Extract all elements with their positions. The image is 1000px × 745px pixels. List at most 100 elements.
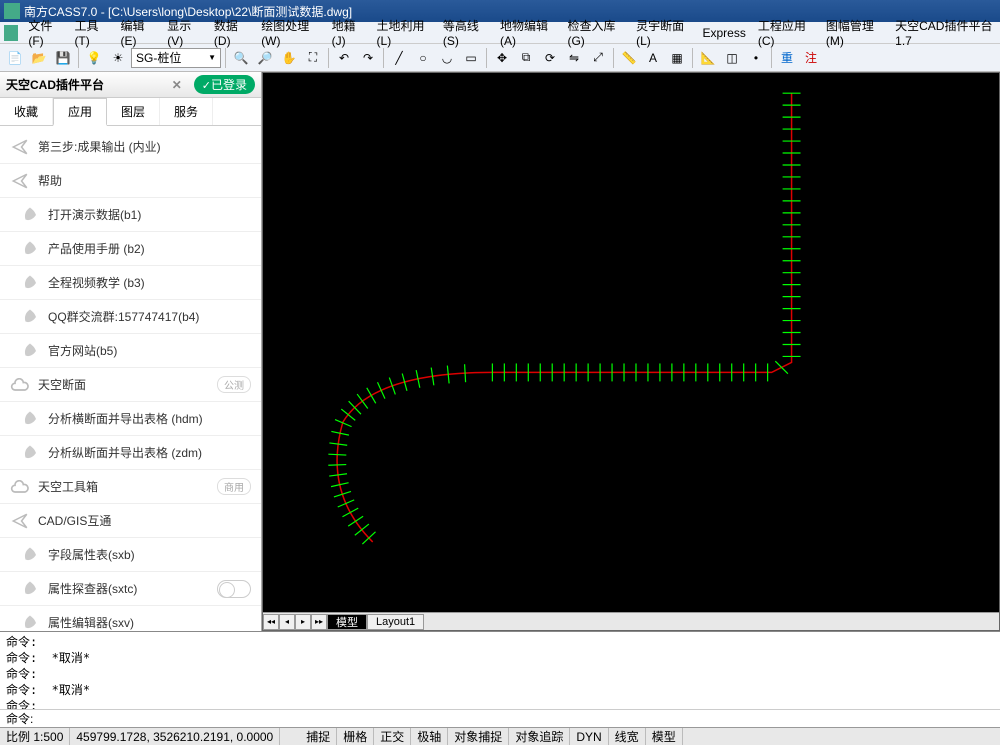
status-toggle-8[interactable]: 模型 — [646, 728, 683, 745]
menu-item-9[interactable]: 地物编辑(A) — [494, 22, 562, 43]
drawing-svg — [263, 73, 999, 612]
sun-button[interactable]: ☀ — [107, 47, 129, 69]
sidebar-item-5[interactable]: QQ群交流群:157747417(b4) — [0, 300, 261, 334]
dim-button[interactable]: 📏 — [618, 47, 640, 69]
status-toggle-6[interactable]: DYN — [570, 728, 608, 745]
arc-button[interactable]: ◡ — [436, 47, 458, 69]
menu-item-5[interactable]: 绘图处理(W) — [255, 22, 325, 43]
sidebar-item-2[interactable]: 打开演示数据(b1) — [0, 198, 261, 232]
menu-app-icon — [4, 25, 18, 41]
bulb-button[interactable]: 💡 — [83, 47, 105, 69]
status-toggle-1[interactable]: 栅格 — [337, 728, 374, 745]
badge: 商用 — [217, 478, 251, 495]
sidebar-item-8[interactable]: 分析横断面并导出表格 (hdm) — [0, 402, 261, 436]
menu-item-3[interactable]: 显示(V) — [161, 22, 208, 43]
mirror-button[interactable]: ⇋ — [563, 47, 585, 69]
sidebar-item-11[interactable]: CAD/GIS互通 — [0, 504, 261, 538]
sidebar-tab-0[interactable]: 收藏 — [0, 98, 53, 125]
status-toggle-5[interactable]: 对象追踪 — [509, 728, 570, 745]
menu-item-6[interactable]: 地籍(J) — [326, 22, 371, 43]
sidebar-item-7[interactable]: 天空断面公测 — [0, 368, 261, 402]
menu-item-4[interactable]: 数据(D) — [208, 22, 255, 43]
pan-button[interactable]: ✋ — [278, 47, 300, 69]
badge: 公测 — [217, 376, 251, 393]
zoom-in-button[interactable]: 🔍 — [230, 47, 252, 69]
menu-item-0[interactable]: 文件(F) — [22, 22, 68, 43]
sidebar-item-3[interactable]: 产品使用手册 (b2) — [0, 232, 261, 266]
sidebar-item-4[interactable]: 全程视频教学 (b3) — [0, 266, 261, 300]
menu-item-12[interactable]: Express — [696, 22, 751, 43]
sidebar-item-13[interactable]: 属性探查器(sxtc) — [0, 572, 261, 606]
zoom-out-button[interactable]: 🔎 — [254, 47, 276, 69]
sidebar-item-label: CAD/GIS互通 — [38, 512, 251, 529]
sidebar-item-14[interactable]: 属性编辑器(sxv) — [0, 606, 261, 631]
menu-item-14[interactable]: 图幅管理(M) — [820, 22, 889, 43]
tab-last-button[interactable]: ▸▸ — [311, 614, 327, 630]
hatch-button[interactable]: ▦ — [666, 47, 688, 69]
sidebar-tab-1[interactable]: 应用 — [53, 98, 107, 126]
circle-button[interactable]: ○ — [412, 47, 434, 69]
heavy-button[interactable]: 重 — [776, 47, 798, 69]
sidebar-item-10[interactable]: 天空工具箱商用 — [0, 470, 261, 504]
sidebar-tabs: 收藏应用图层服务 — [0, 98, 261, 126]
point-button[interactable]: • — [745, 47, 767, 69]
status-toggle-0[interactable]: 捕捉 — [300, 728, 337, 745]
sidebar-item-0[interactable]: 第三步:成果输出 (内业) — [0, 130, 261, 164]
redo-button[interactable]: ↷ — [357, 47, 379, 69]
tab-model[interactable]: 模型 — [327, 614, 367, 630]
drawing-canvas[interactable] — [263, 73, 999, 612]
status-toggle-2[interactable]: 正交 — [374, 728, 411, 745]
note-button[interactable]: 注 — [800, 47, 822, 69]
menu-item-2[interactable]: 编辑(E) — [115, 22, 162, 43]
sidebar-item-label: 属性探查器(sxtc) — [48, 580, 217, 597]
leaf-icon — [20, 273, 40, 293]
sidebar-item-1[interactable]: 帮助 — [0, 164, 261, 198]
sidebar-tab-2[interactable]: 图层 — [107, 98, 160, 125]
menu-item-1[interactable]: 工具(T) — [68, 22, 114, 43]
menu-item-7[interactable]: 土地利用(L) — [371, 22, 437, 43]
leaf-icon — [20, 579, 40, 599]
menu-item-15[interactable]: 天空CAD插件平台1.7 — [889, 22, 1000, 43]
rect-button[interactable]: ▭ — [460, 47, 482, 69]
sidebar-item-9[interactable]: 分析纵断面并导出表格 (zdm) — [0, 436, 261, 470]
tab-first-button[interactable]: ◂◂ — [263, 614, 279, 630]
tab-prev-button[interactable]: ◂ — [279, 614, 295, 630]
sidebar-tab-3[interactable]: 服务 — [160, 98, 213, 125]
rotate-button[interactable]: ⟳ — [539, 47, 561, 69]
sidebar-item-label: 产品使用手册 (b2) — [48, 240, 251, 257]
command-history: 命令: 命令: *取消* 命令: 命令: *取消* 命令: 命令: *取消* 命… — [0, 632, 1000, 709]
menu-item-8[interactable]: 等高线(S) — [437, 22, 494, 43]
block-button[interactable]: ◫ — [721, 47, 743, 69]
status-toggle-4[interactable]: 对象捕捉 — [448, 728, 509, 745]
login-badge[interactable]: ✓已登录 — [194, 75, 255, 94]
move-button[interactable]: ✥ — [491, 47, 513, 69]
sidebar-item-6[interactable]: 官方网站(b5) — [0, 334, 261, 368]
new-button[interactable]: 📄 — [4, 47, 26, 69]
status-scale: 比例 1:500 — [0, 728, 70, 745]
tab-next-button[interactable]: ▸ — [295, 614, 311, 630]
text-button[interactable]: A — [642, 47, 664, 69]
status-toggle-3[interactable]: 极轴 — [411, 728, 448, 745]
command-input[interactable]: 命令: — [0, 709, 1000, 727]
sidebar-close-icon[interactable]: ✕ — [172, 78, 182, 92]
line-button[interactable]: ╱ — [388, 47, 410, 69]
scale-button[interactable]: ⤢ — [587, 47, 609, 69]
sidebar-item-12[interactable]: 字段属性表(sxb) — [0, 538, 261, 572]
sidebar-item-label: 天空工具箱 — [38, 478, 217, 495]
toggle[interactable] — [217, 580, 251, 598]
sidebar-body: 第三步:成果输出 (内业)帮助打开演示数据(b1) 产品使用手册 (b2) 全程视频… — [0, 126, 261, 631]
open-button[interactable]: 📂 — [28, 47, 50, 69]
nav-icon — [10, 511, 30, 531]
save-button[interactable]: 💾 — [52, 47, 74, 69]
menu-item-11[interactable]: 灵宇断面(L) — [630, 22, 696, 43]
leaf-icon — [20, 613, 40, 632]
zoom-extents-button[interactable]: ⛶ — [302, 47, 324, 69]
undo-button[interactable]: ↶ — [333, 47, 355, 69]
layer-combo[interactable]: SG-桩位▼ — [131, 48, 221, 68]
copy-button[interactable]: ⧉ — [515, 47, 537, 69]
status-toggle-7[interactable]: 线宽 — [609, 728, 646, 745]
tab-layout1[interactable]: Layout1 — [367, 614, 424, 630]
measure-button[interactable]: 📐 — [697, 47, 719, 69]
menu-item-13[interactable]: 工程应用(C) — [752, 22, 820, 43]
menu-item-10[interactable]: 检查入库(G) — [561, 22, 630, 43]
